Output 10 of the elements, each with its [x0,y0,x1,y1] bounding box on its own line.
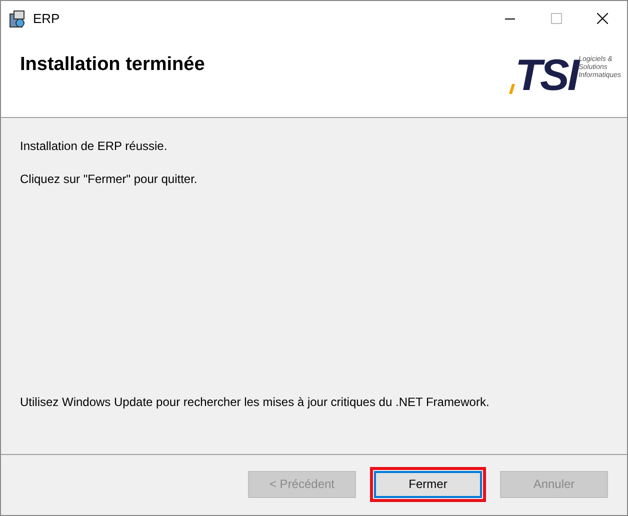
maximize-icon [550,13,562,24]
logo-accent-icon [509,84,516,94]
note-text: Utilisez Windows Update pour rechercher les mises à jour critiques du .NET Framework. [20,395,490,410]
page-title: Installation terminée [20,53,205,77]
window-title: ERP [33,10,60,28]
message-text: Cliquez sur "Fermer" pour quitter. [20,172,198,187]
logo-mark: TSI [515,54,578,98]
dialog-button[interactable]: Fermer [374,470,482,498]
message-text: Installation de ERP réussie. [20,139,168,154]
close-icon [596,13,608,24]
